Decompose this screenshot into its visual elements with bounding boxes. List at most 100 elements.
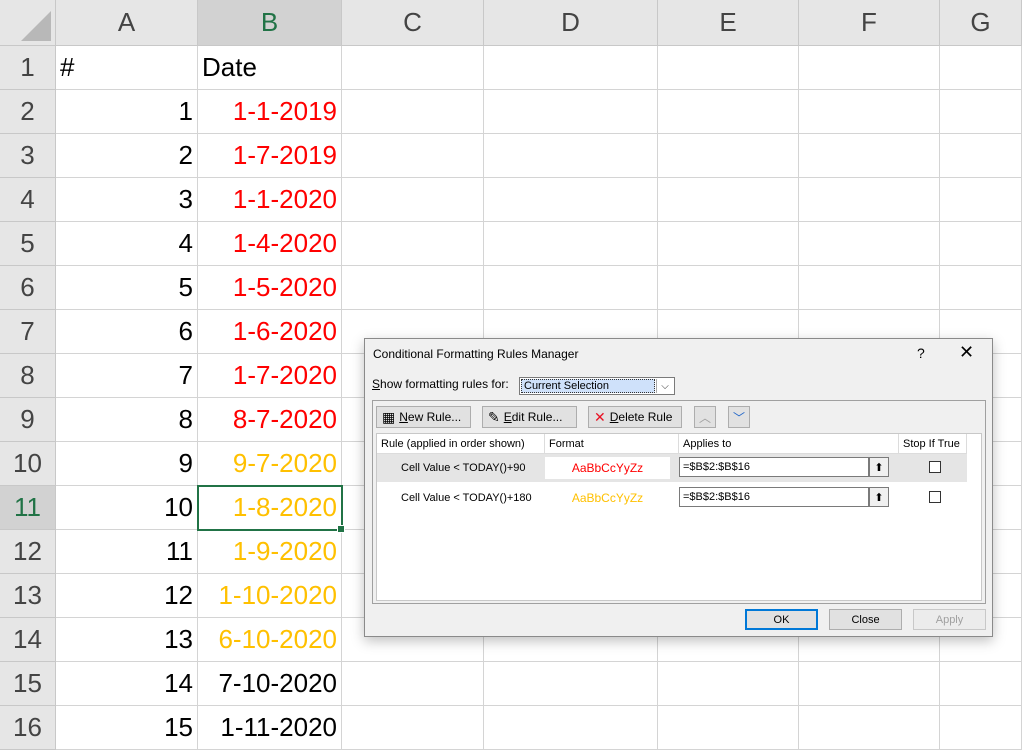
cell-empty[interactable]: [484, 706, 658, 750]
cell-b[interactable]: 1-9-2020: [198, 530, 342, 574]
cell-empty[interactable]: [658, 46, 799, 90]
cell-empty[interactable]: [342, 222, 484, 266]
cell-a[interactable]: 9: [56, 442, 198, 486]
row-header[interactable]: 10: [0, 442, 56, 486]
cell-empty[interactable]: [658, 222, 799, 266]
select-all-corner[interactable]: [0, 0, 56, 46]
column-header-c[interactable]: C: [342, 0, 484, 46]
move-down-button[interactable]: ﹀: [728, 406, 750, 428]
apply-button[interactable]: Apply: [913, 609, 986, 630]
cell-a[interactable]: 11: [56, 530, 198, 574]
cell-b[interactable]: 1-1-2019: [198, 90, 342, 134]
new-rule-button[interactable]: ▦ New Rule...: [376, 406, 471, 428]
column-header-format[interactable]: Format: [545, 434, 679, 454]
cell-a[interactable]: #: [56, 46, 198, 90]
row-header[interactable]: 16: [0, 706, 56, 750]
cell-empty[interactable]: [342, 662, 484, 706]
row-header[interactable]: 14: [0, 618, 56, 662]
cell-empty[interactable]: [799, 178, 940, 222]
cell-empty[interactable]: [484, 178, 658, 222]
cell-empty[interactable]: [940, 178, 1022, 222]
cell-a[interactable]: 1: [56, 90, 198, 134]
row-header[interactable]: 13: [0, 574, 56, 618]
cell-a[interactable]: 6: [56, 310, 198, 354]
cell-b[interactable]: 1-11-2020: [198, 706, 342, 750]
delete-rule-button[interactable]: ✕ Delete Rule: [588, 406, 682, 428]
cell-empty[interactable]: [342, 706, 484, 750]
close-icon[interactable]: ✕: [959, 342, 974, 363]
cell-empty[interactable]: [658, 90, 799, 134]
cell-b[interactable]: 1-1-2020: [198, 178, 342, 222]
cell-empty[interactable]: [658, 178, 799, 222]
cell-a[interactable]: 13: [56, 618, 198, 662]
cell-empty[interactable]: [799, 222, 940, 266]
cell-a[interactable]: 15: [56, 706, 198, 750]
cell-empty[interactable]: [940, 662, 1022, 706]
cell-empty[interactable]: [484, 46, 658, 90]
cell-empty[interactable]: [342, 134, 484, 178]
rule-row[interactable]: Cell Value < TODAY()+180 AaBbCcYyZz =$B$…: [377, 484, 967, 512]
cell-a[interactable]: 3: [56, 178, 198, 222]
cell-empty[interactable]: [658, 134, 799, 178]
row-header[interactable]: 5: [0, 222, 56, 266]
cell-b[interactable]: 1-7-2020: [198, 354, 342, 398]
cell-empty[interactable]: [484, 134, 658, 178]
row-header[interactable]: 15: [0, 662, 56, 706]
cell-empty[interactable]: [799, 662, 940, 706]
ok-button[interactable]: OK: [745, 609, 818, 630]
column-header-applies[interactable]: Applies to: [679, 434, 899, 454]
cell-b[interactable]: 6-10-2020: [198, 618, 342, 662]
help-button[interactable]: ?: [917, 345, 925, 361]
cell-empty[interactable]: [940, 46, 1022, 90]
row-header[interactable]: 6: [0, 266, 56, 310]
chevron-down-icon[interactable]: ⌵: [656, 379, 673, 393]
row-header[interactable]: 4: [0, 178, 56, 222]
cell-empty[interactable]: [940, 222, 1022, 266]
row-header[interactable]: 2: [0, 90, 56, 134]
cell-b[interactable]: 7-10-2020: [198, 662, 342, 706]
cell-b[interactable]: 1-10-2020: [198, 574, 342, 618]
row-header[interactable]: 8: [0, 354, 56, 398]
cell-a[interactable]: 14: [56, 662, 198, 706]
cell-b[interactable]: 1-6-2020: [198, 310, 342, 354]
column-header-e[interactable]: E: [658, 0, 799, 46]
cell-empty[interactable]: [342, 46, 484, 90]
column-header-stop[interactable]: Stop If True: [899, 434, 967, 454]
cell-empty[interactable]: [940, 706, 1022, 750]
range-select-icon[interactable]: ⬆: [869, 487, 889, 507]
cell-empty[interactable]: [658, 662, 799, 706]
cell-a[interactable]: 12: [56, 574, 198, 618]
cell-a[interactable]: 2: [56, 134, 198, 178]
range-select-icon[interactable]: ⬆: [869, 457, 889, 477]
cell-empty[interactable]: [342, 178, 484, 222]
cell-empty[interactable]: [799, 46, 940, 90]
cell-empty[interactable]: [799, 134, 940, 178]
cell-empty[interactable]: [799, 90, 940, 134]
cell-empty[interactable]: [799, 706, 940, 750]
cell-empty[interactable]: [342, 266, 484, 310]
row-header[interactable]: 1: [0, 46, 56, 90]
cell-a[interactable]: 5: [56, 266, 198, 310]
row-header[interactable]: 12: [0, 530, 56, 574]
column-header-a[interactable]: A: [56, 0, 198, 46]
move-up-button[interactable]: ︿: [694, 406, 716, 428]
cell-empty[interactable]: [940, 266, 1022, 310]
cell-b[interactable]: 9-7-2020: [198, 442, 342, 486]
rule-row[interactable]: Cell Value < TODAY()+90 AaBbCcYyZz =$B$2…: [377, 454, 967, 482]
close-button[interactable]: Close: [829, 609, 902, 630]
row-header[interactable]: 11: [0, 486, 56, 530]
cell-empty[interactable]: [484, 266, 658, 310]
edit-rule-button[interactable]: ✎ Edit Rule...: [482, 406, 577, 428]
cell-b[interactable]: 1-7-2019: [198, 134, 342, 178]
stop-if-true-checkbox[interactable]: [929, 461, 941, 473]
cell-a[interactable]: 7: [56, 354, 198, 398]
cell-b[interactable]: 1-4-2020: [198, 222, 342, 266]
cell-empty[interactable]: [484, 90, 658, 134]
cell-empty[interactable]: [342, 90, 484, 134]
applies-to-field[interactable]: =$B$2:$B$16: [679, 487, 869, 507]
cell-empty[interactable]: [799, 266, 940, 310]
applies-to-field[interactable]: =$B$2:$B$16: [679, 457, 869, 477]
cell-b[interactable]: 1-8-2020: [198, 486, 342, 530]
cell-empty[interactable]: [940, 134, 1022, 178]
cell-a[interactable]: 10: [56, 486, 198, 530]
